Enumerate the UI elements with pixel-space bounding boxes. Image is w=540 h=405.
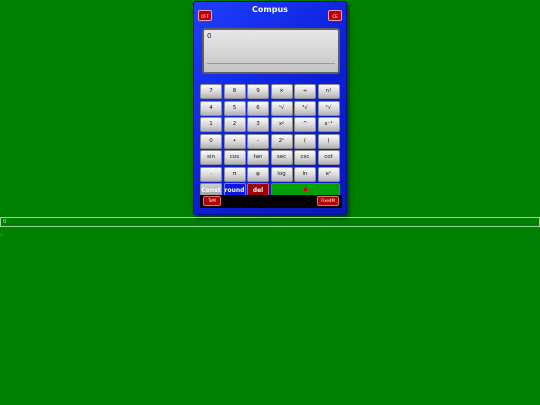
key-6[interactable]: 6: [247, 100, 269, 116]
expression-input-strip[interactable]: 0: [0, 217, 540, 227]
key-reciprocal[interactable]: x⁻¹: [317, 117, 340, 132]
key-close-paren[interactable]: ): [317, 133, 340, 149]
key-csc[interactable]: csc: [294, 150, 316, 165]
to-memory-button[interactable]: ToM: [203, 196, 221, 206]
key-dot[interactable]: ·: [200, 166, 222, 182]
key-cos[interactable]: cos: [223, 150, 246, 165]
key-exp[interactable]: eˣ: [317, 166, 340, 182]
key-9[interactable]: 9: [247, 84, 269, 99]
key-pi[interactable]: π: [223, 166, 246, 182]
key-divide[interactable]: ÷: [294, 84, 316, 99]
key-3[interactable]: 3: [247, 117, 269, 132]
key-multiply[interactable]: ×: [270, 84, 293, 99]
key-minus[interactable]: -: [247, 133, 269, 149]
key-0[interactable]: 0: [200, 133, 222, 149]
key-two-power[interactable]: 2ⁿ: [270, 133, 293, 149]
key-4[interactable]: 4: [200, 100, 222, 116]
key-ln[interactable]: ln: [294, 166, 316, 182]
calculator-display: 0: [202, 28, 340, 74]
key-factorial[interactable]: n!: [317, 84, 340, 99]
key-cube-root[interactable]: ³√: [294, 100, 316, 116]
key-2[interactable]: 2: [223, 117, 246, 132]
off-button[interactable]: OFF: [198, 10, 212, 21]
fixed-memory-button[interactable]: FixedM: [317, 196, 339, 206]
expression-value: 0: [3, 219, 7, 225]
equals-marker-icon: [303, 188, 307, 191]
display-value: 0: [207, 32, 212, 40]
key-open-paren[interactable]: (: [294, 133, 316, 149]
key-log[interactable]: log: [270, 166, 293, 182]
stray-mark: a: [0, 232, 4, 238]
clear-entry-button[interactable]: CE: [328, 10, 342, 21]
key-tan[interactable]: tan: [247, 150, 269, 165]
key-nth-root[interactable]: ⁿ√: [270, 100, 293, 116]
key-cot[interactable]: cot: [317, 150, 340, 165]
key-caret[interactable]: ^: [294, 117, 316, 132]
mode-bar: ToM FixedM: [200, 195, 342, 208]
key-5[interactable]: 5: [223, 100, 246, 116]
key-decimal[interactable]: •: [223, 133, 246, 149]
key-sin[interactable]: sin: [200, 150, 222, 165]
display-divider: [207, 63, 335, 64]
keypad: 7 8 9 × ÷ n! 4 5 6 ⁿ√ ³√ ²√ 1 2 3 xʸ ^ x…: [200, 84, 340, 198]
key-square-root[interactable]: ²√: [317, 100, 340, 116]
calculator-window: Compus OFF CE 0 7 8 9 × ÷ n! 4 5 6 ⁿ√ ³√…: [193, 1, 347, 215]
key-7[interactable]: 7: [200, 84, 222, 99]
calculator-title: Compus: [252, 5, 288, 14]
key-8[interactable]: 8: [223, 84, 246, 99]
key-1[interactable]: 1: [200, 117, 222, 132]
key-sec[interactable]: sec: [270, 150, 293, 165]
key-power[interactable]: xʸ: [270, 117, 293, 132]
key-phi[interactable]: φ: [247, 166, 269, 182]
